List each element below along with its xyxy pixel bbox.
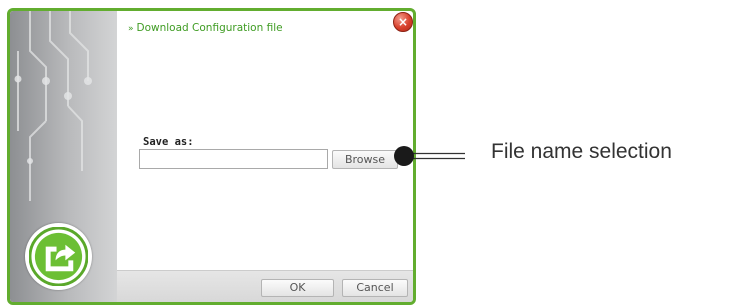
- callout-label: File name selection: [491, 140, 672, 163]
- callout-dot: [394, 146, 414, 166]
